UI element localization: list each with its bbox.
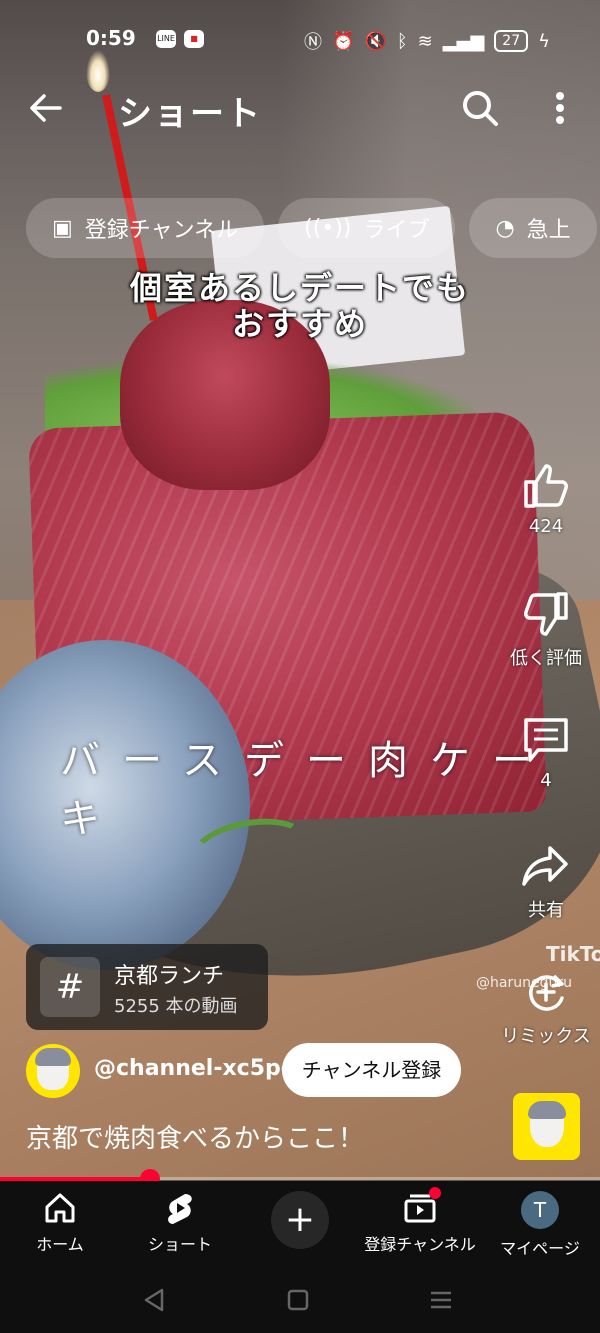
wifi-icon: ≋ xyxy=(417,30,433,52)
hashtag-name: 京都ランチ xyxy=(114,964,225,989)
shorts-icon xyxy=(163,1191,197,1225)
page-title: ショート xyxy=(118,94,262,134)
remix-button[interactable]: リミックス xyxy=(500,966,592,1048)
remix-label: リミックス xyxy=(501,1026,591,1047)
sound-thumbnail[interactable] xyxy=(513,1093,580,1160)
video-description[interactable]: 京都で焼肉食べるからここ！ xyxy=(26,1118,364,1155)
chip-label: 急上 xyxy=(526,218,571,243)
status-bar: 0:59 LINE ■ Ⓝ ⏰ 🔇 ᛒ ≋ ▂▄▆ 27 ϟ xyxy=(0,0,600,80)
like-count: 424 xyxy=(528,516,564,537)
top-app-bar: ショート xyxy=(0,80,600,140)
chip-label: ライブ xyxy=(363,218,430,243)
nav-me[interactable]: T マイページ xyxy=(480,1191,600,1259)
like-button[interactable]: 424 xyxy=(500,460,592,537)
status-time: 0:59 xyxy=(86,26,136,50)
more-options-icon[interactable] xyxy=(548,88,572,128)
back-arrow-icon[interactable] xyxy=(26,88,66,128)
notification-app-icon: ■ xyxy=(184,30,204,48)
create-plus-icon: + xyxy=(271,1191,329,1249)
system-back-icon[interactable] xyxy=(140,1285,170,1315)
charging-icon: ϟ xyxy=(538,30,550,52)
subscribe-button[interactable]: チャンネル登録 xyxy=(282,1043,461,1097)
channel-avatar[interactable] xyxy=(26,1044,80,1098)
system-nav-bar xyxy=(0,1267,600,1333)
tiktok-watermark: TikTok xyxy=(546,942,600,966)
thumbs-up-icon xyxy=(520,460,572,512)
subscriptions-icon: ▣ xyxy=(52,215,73,241)
channel-handle[interactable]: @channel-xc5pd xyxy=(94,1056,297,1081)
chip-trending[interactable]: ◔ 急上 xyxy=(469,198,597,258)
dislike-label: 低く評価 xyxy=(510,648,582,669)
comment-button[interactable]: 4 xyxy=(500,714,592,791)
battery-indicator: 27 xyxy=(494,30,529,52)
nav-create[interactable]: + xyxy=(240,1191,360,1249)
nav-shorts[interactable]: ショート xyxy=(120,1191,240,1255)
share-label: 共有 xyxy=(528,900,564,921)
home-icon xyxy=(43,1191,77,1225)
chip-live[interactable]: ((•)) ライブ xyxy=(278,198,456,258)
comment-count: 4 xyxy=(540,770,552,791)
chip-subscriptions[interactable]: ▣ 登録チャンネル xyxy=(26,198,265,258)
system-recents-icon[interactable] xyxy=(426,1285,456,1315)
notification-dot xyxy=(429,1187,441,1199)
nav-shorts-label: ショート xyxy=(147,1235,212,1254)
bluetooth-icon: ᛒ xyxy=(396,30,408,52)
nav-home[interactable]: ホーム xyxy=(0,1191,120,1255)
nav-subscriptions[interactable]: 登録チャンネル xyxy=(360,1187,480,1255)
video-caption-top-line1: 個室あるしデートでも xyxy=(129,269,470,307)
avatar-hair xyxy=(35,1048,71,1066)
system-home-icon[interactable] xyxy=(283,1285,313,1315)
chip-label: 登録チャンネル xyxy=(84,218,239,243)
video-caption-top-line2: おすすめ xyxy=(231,305,368,343)
line-app-icon: LINE xyxy=(156,30,176,48)
share-button[interactable]: 共有 xyxy=(500,840,592,922)
nav-home-label: ホーム xyxy=(36,1235,84,1254)
live-icon: ((•)) xyxy=(304,215,352,241)
bottom-nav: ホーム ショート + 登録チャンネル T マイページ xyxy=(0,1181,600,1267)
status-icons: Ⓝ ⏰ 🔇 ᛒ ≋ ▂▄▆ 27 ϟ xyxy=(304,28,550,54)
comment-icon xyxy=(520,714,572,766)
profile-avatar: T xyxy=(521,1191,559,1229)
signal-icon: ▂▄▆ xyxy=(442,30,485,52)
filter-chips: ▣ 登録チャンネル ((•)) ライブ ◔ 急上 xyxy=(26,198,600,260)
subscriptions-nav-icon xyxy=(403,1187,441,1225)
mute-icon: 🔇 xyxy=(364,30,387,52)
hashtag-icon: # xyxy=(40,957,100,1017)
remix-icon xyxy=(520,966,572,1018)
search-icon[interactable] xyxy=(460,88,500,128)
video-caption-top: 個室あるしデートでも おすすめ xyxy=(80,270,520,342)
nav-subscriptions-label: 登録チャンネル xyxy=(364,1235,476,1254)
share-icon xyxy=(520,840,572,892)
thumbs-down-icon xyxy=(520,588,572,640)
dislike-button[interactable]: 低く評価 xyxy=(500,588,592,670)
hashtag-card[interactable]: # 京都ランチ 5255 本の動画 xyxy=(26,944,268,1030)
nav-me-label: マイページ xyxy=(500,1239,580,1258)
alarm-icon: ⏰ xyxy=(332,30,355,52)
trending-icon: ◔ xyxy=(495,215,515,241)
nfc-icon: Ⓝ xyxy=(304,32,323,53)
hashtag-video-count: 5255 本の動画 xyxy=(114,996,238,1017)
sound-thumb-hair xyxy=(528,1101,566,1119)
